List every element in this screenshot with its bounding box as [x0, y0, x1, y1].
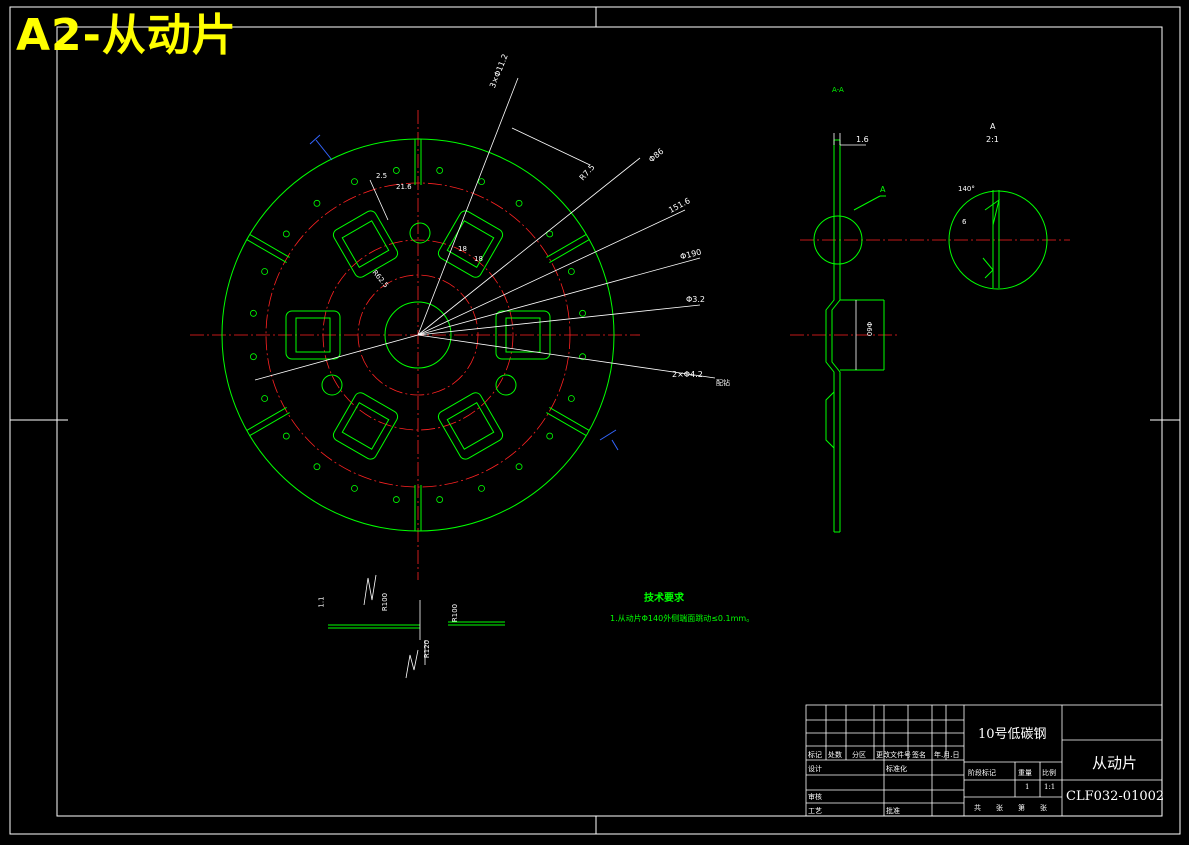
rivet-hole [250, 353, 257, 361]
rivet-hole [392, 496, 400, 503]
dim-label: 140° [958, 185, 975, 193]
rivet-hole [313, 463, 321, 471]
sheet-title-banner: A2-从动片 [16, 10, 237, 61]
tb-stage-label: 比例 [1042, 769, 1056, 777]
part-name: 从动片 [1092, 754, 1138, 772]
rivet-hole [351, 484, 358, 492]
detail-callout: A [880, 185, 886, 194]
tb-role-label: 批准 [886, 807, 900, 815]
tb-header-label: 年.月.日 [934, 751, 960, 759]
section-sketch [328, 574, 505, 679]
dim-label: Φ60 [865, 321, 874, 337]
radial-slit [246, 233, 290, 264]
tb-sheet-label: 张 [1040, 804, 1047, 812]
rivet-hole [351, 178, 358, 186]
dim-label: 6 [962, 218, 967, 226]
tech-requirements-title: 技术要求 [644, 593, 684, 604]
material-label: 10号低碳钢 [978, 727, 1047, 742]
dim-label: 配钻 [716, 379, 730, 387]
tb-role-label: 标准化 [886, 765, 907, 773]
drawing-number: CLF032-01002 [1066, 789, 1165, 804]
radial-slit [546, 406, 590, 437]
rivet-hole [436, 496, 444, 503]
tb-role-label: 审核 [808, 793, 822, 801]
dim-label: Φ3.2 [686, 295, 706, 304]
tb-header-label: 签名 [912, 751, 926, 759]
sheet-frame [9, 6, 1181, 835]
detail-scale: 2:1 [986, 135, 999, 144]
tb-sheet-label: 张 [996, 804, 1003, 812]
tb-header-label: 分区 [852, 751, 866, 759]
radial-slit [246, 406, 290, 437]
tb-role-label: 工艺 [808, 807, 822, 815]
rivet-hole [515, 199, 523, 207]
rivet-hole [282, 432, 290, 440]
tb-role-label: 设计 [808, 765, 822, 773]
tb-header-label: 处数 [828, 751, 842, 759]
cad-drawing [9, 6, 1181, 835]
tb-header-label: 更改文件号 [876, 751, 911, 759]
tb-stage-label: 阶段标记 [968, 769, 996, 777]
front-view [190, 77, 716, 580]
rivet-hole [478, 484, 485, 492]
section-mark: A-A [832, 86, 844, 94]
rivet-hole [261, 268, 269, 275]
rivet-hole [250, 309, 257, 317]
rivet-hole [261, 395, 269, 402]
dim-label: 2.5 [376, 172, 388, 180]
rivet-hole [392, 167, 400, 174]
dim-label: 1.1 [317, 596, 326, 608]
dim-label: R100 [381, 592, 390, 612]
rivet-hole [436, 167, 444, 174]
dim-label: 21.6 [396, 183, 412, 191]
tb-sheet-label: 共 [974, 804, 981, 812]
tb-header-label: 标记 [808, 751, 822, 759]
rivet-hole [313, 199, 321, 207]
rivet-hole [546, 432, 554, 440]
dim-label: R100 [451, 603, 460, 623]
dim-label: 1.6 [856, 135, 869, 144]
detail-title: A [990, 122, 996, 131]
weight-value: 1 [1025, 783, 1030, 791]
radial-slit [546, 233, 590, 264]
tb-stage-label: 重量 [1018, 769, 1032, 777]
scale-value: 1:1 [1044, 783, 1056, 791]
drawing-sheet: A2-从动片 3×Φ11.2 R7.5 Φ86 151.6 Φ190 Φ3.2 … [0, 0, 1189, 841]
rivet-hole [282, 230, 290, 238]
side-view [790, 133, 1070, 533]
rivet-hole [567, 395, 575, 402]
rivet-hole [567, 268, 575, 275]
tb-sheet-label: 第 [1018, 804, 1025, 812]
dim-label: 2×Φ4.2 [672, 370, 703, 379]
dim-label: 18 [474, 255, 483, 263]
rivet-hole [478, 178, 485, 186]
rivet-hole [515, 463, 523, 471]
dim-label: 18 [458, 245, 467, 253]
dim-label: R120 [423, 639, 432, 659]
rivet-hole [579, 309, 586, 317]
tech-requirement-item: 1.从动片Φ140外侧端面跳动≤0.1mm。 [610, 614, 755, 623]
